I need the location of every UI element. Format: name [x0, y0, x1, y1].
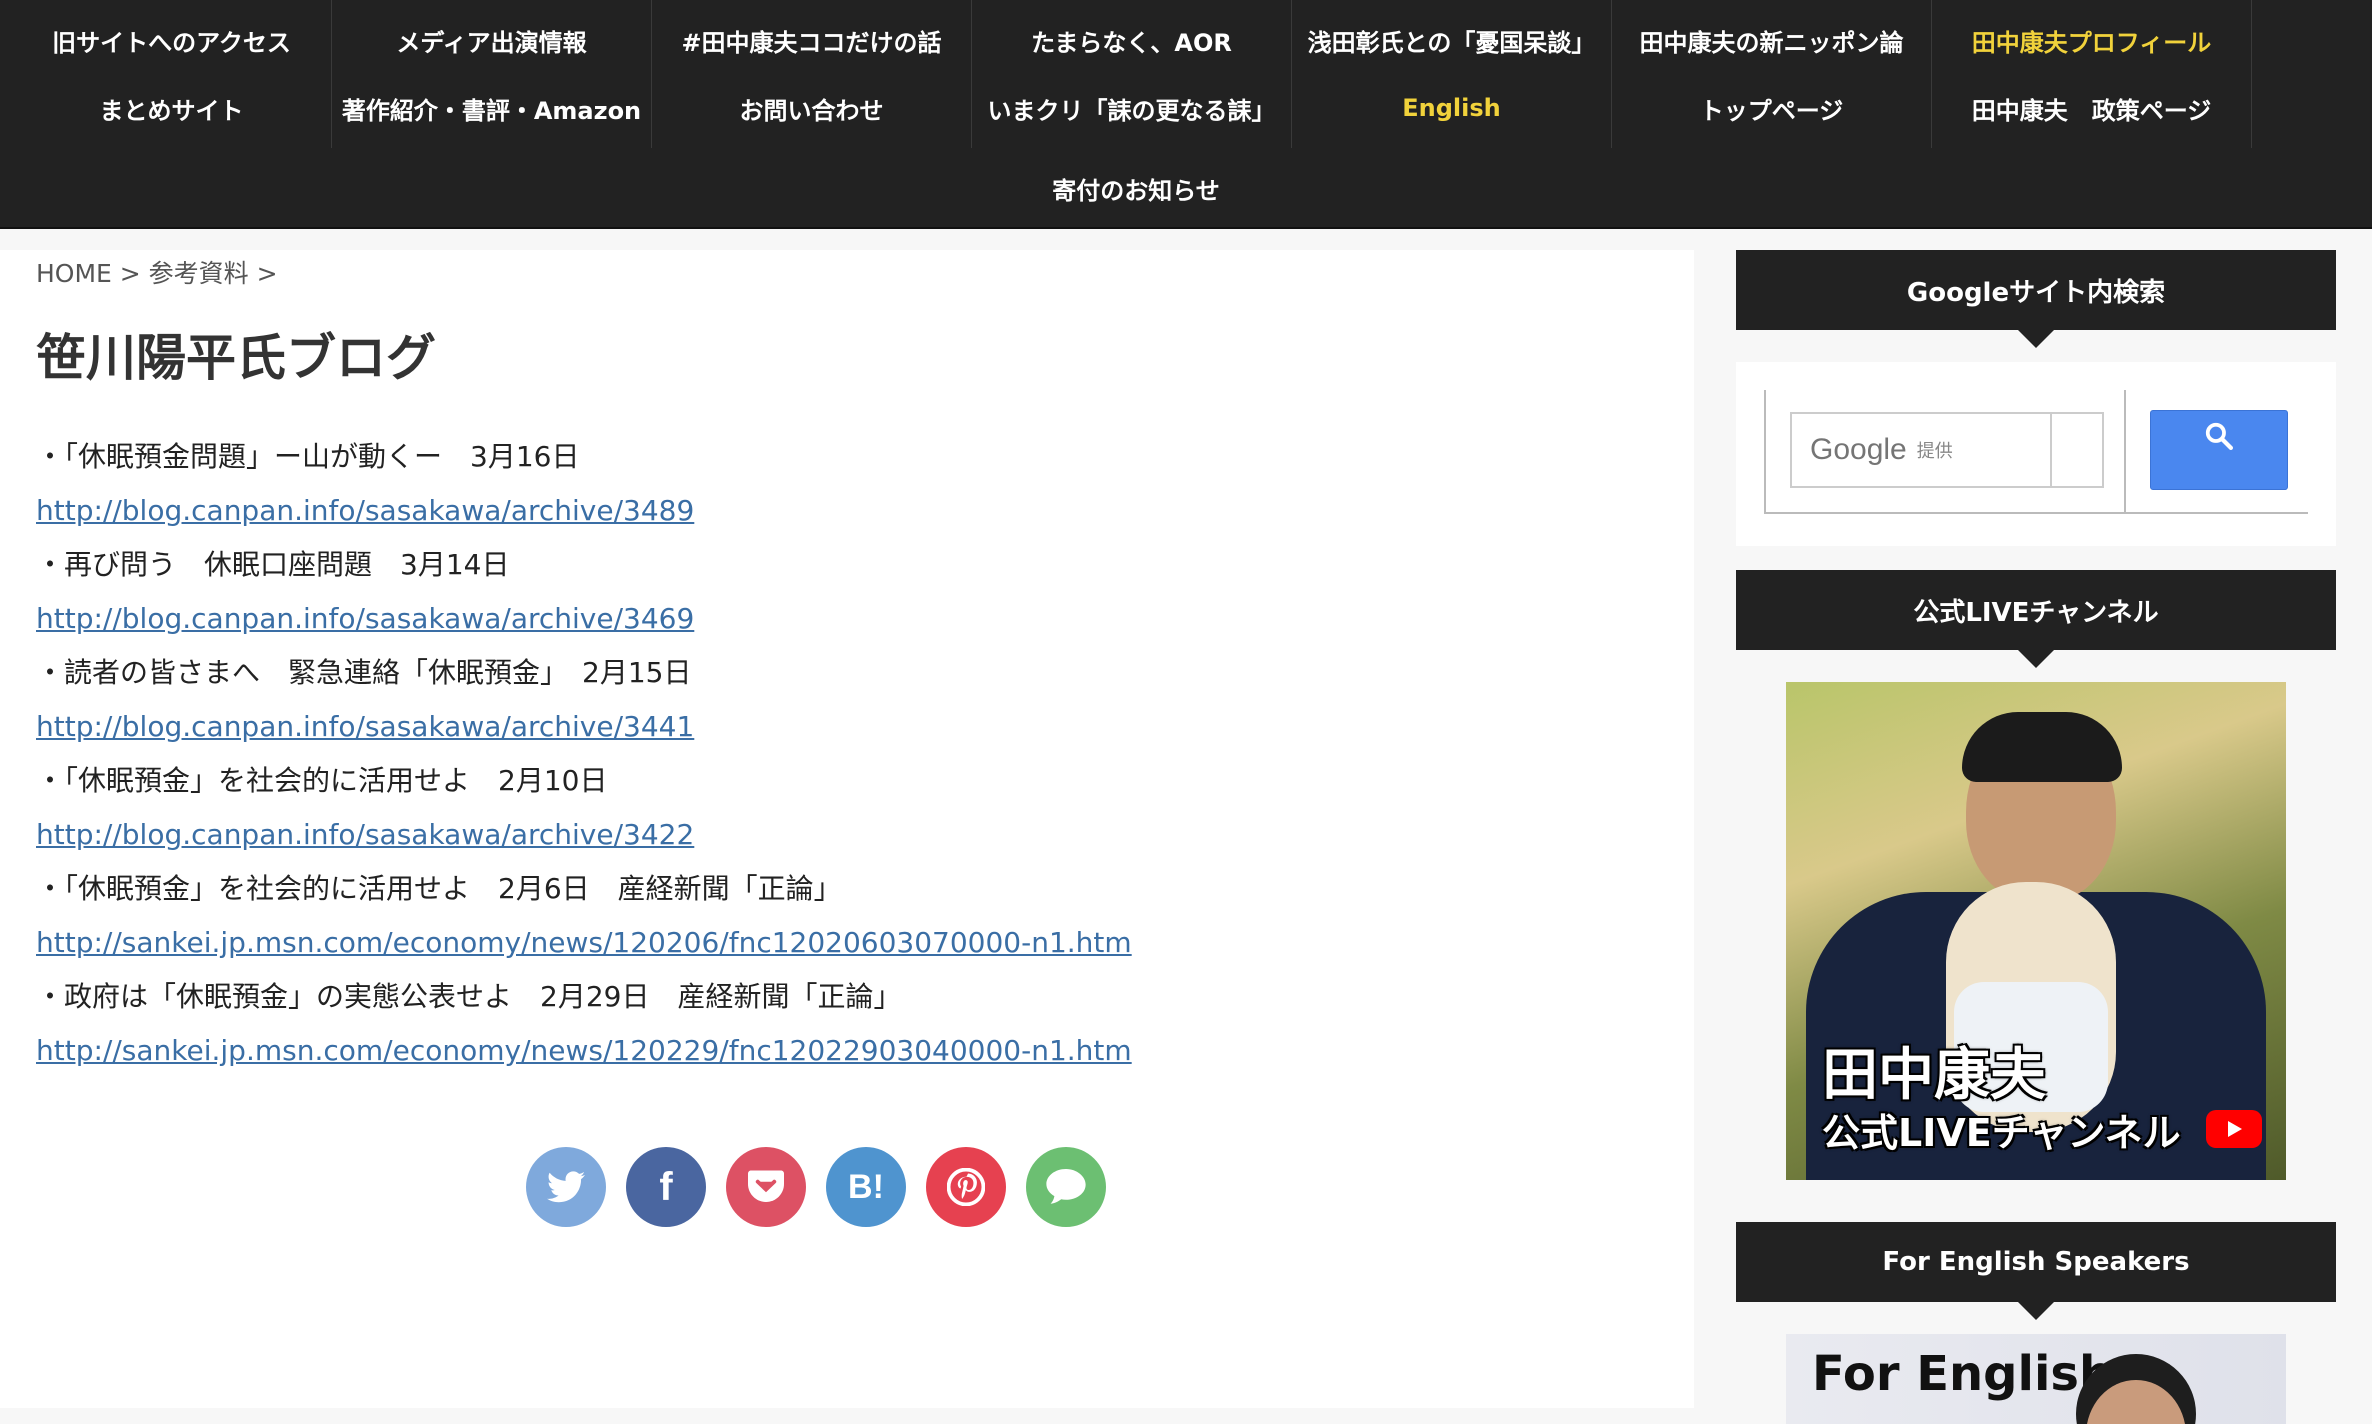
entry-link[interactable]: http://blog.canpan.info/sasakawa/archive…	[36, 710, 694, 743]
google-site-search: Google 提供	[1736, 362, 2336, 546]
search-input[interactable]: Google 提供	[1790, 412, 2104, 488]
nav-item-matome[interactable]: まとめサイト	[12, 68, 332, 148]
nav-item-english[interactable]: English	[1292, 68, 1612, 148]
banner-person-hair	[1962, 712, 2122, 782]
hatena-share-button[interactable]: B!	[826, 1147, 906, 1227]
twitter-icon	[547, 1171, 585, 1203]
share-buttons: f B!	[526, 1147, 1106, 1227]
breadcrumb[interactable]: HOME > 参考資料 >	[36, 254, 278, 290]
nav-item-policy[interactable]: 田中康夫 政策ページ	[1932, 68, 2252, 148]
entry-text: ・政府は「休眠預金」の実態公表せよ 2月29日 産経新聞「正論」	[36, 980, 902, 1013]
pocket-share-button[interactable]	[726, 1147, 806, 1227]
nav-item-imakuri[interactable]: いまクリ「誄の更なる誄」	[972, 68, 1292, 148]
sidebar-english-heading: For English Speakers	[1736, 1222, 2336, 1320]
search-divider	[2124, 390, 2126, 514]
pocket-icon	[748, 1170, 784, 1202]
banner-caption-name: 田中康夫	[1822, 1043, 2046, 1108]
page-title: 笹川陽平氏ブログ	[36, 329, 436, 387]
youtube-icon	[2206, 1110, 2262, 1148]
live-channel-banner[interactable]: 田中康夫 公式LIVEチャンネル	[1786, 682, 2286, 1180]
facebook-icon: f	[659, 1164, 673, 1209]
entry-text: ・「休眠預金」を社会的に活用せよ 2月6日 産経新聞「正論」	[36, 872, 842, 905]
sidebar-live-heading: 公式LIVEチャンネル	[1736, 570, 2336, 668]
speech-bubble-icon	[1046, 1169, 1086, 1204]
nav-item-contact[interactable]: お問い合わせ	[652, 68, 972, 148]
hatena-bookmark-icon: B!	[848, 1167, 884, 1206]
entry-link[interactable]: http://sankei.jp.msn.com/economy/news/12…	[36, 1034, 1132, 1067]
search-icon	[2205, 422, 2233, 450]
line-share-button[interactable]	[1026, 1147, 1106, 1227]
powered-by-text: 提供	[1916, 441, 1953, 462]
entry-text: ・「休眠預金」を社会的に活用せよ 2月10日	[36, 764, 608, 797]
entry-text: ・「休眠預金問題」ー山が動くー 3月16日	[36, 440, 580, 473]
english-banner-text: For English	[1812, 1346, 2114, 1402]
pinterest-share-button[interactable]	[926, 1147, 1006, 1227]
entry-link[interactable]: http://blog.canpan.info/sasakawa/archive…	[36, 818, 694, 851]
entry-link[interactable]: http://blog.canpan.info/sasakawa/archive…	[36, 602, 694, 635]
google-brand-text: Google	[1810, 433, 1907, 466]
nav-item-top[interactable]: トップページ	[1612, 68, 1932, 148]
nav-row-3: 寄付のお知らせ	[0, 148, 2372, 228]
search-button[interactable]	[2150, 410, 2288, 490]
banner-caption-channel: 公式LIVEチャンネル	[1822, 1111, 2181, 1155]
pinterest-icon	[947, 1168, 985, 1206]
facebook-share-button[interactable]: f	[626, 1147, 706, 1227]
entry-list: ・「休眠預金問題」ー山が動くー 3月16日 http://blog.canpan…	[36, 430, 1436, 1078]
entry-link[interactable]: http://blog.canpan.info/sasakawa/archive…	[36, 494, 694, 527]
entry-text: ・読者の皆さまへ 緊急連絡「休眠預金」 2月15日	[36, 656, 692, 689]
nav-item-donation[interactable]: 寄付のお知らせ	[976, 148, 1296, 228]
nav-item-books[interactable]: 著作紹介・書評・Amazon	[332, 68, 652, 148]
sidebar-search-heading: Googleサイト内検索	[1736, 250, 2336, 348]
input-divider	[2050, 412, 2052, 488]
top-navigation: 旧サイトへのアクセス メディア出演情報 #田中康夫ココだけの話 たまらなく、AO…	[0, 0, 2372, 229]
twitter-share-button[interactable]	[526, 1147, 606, 1227]
search-frame: Google 提供	[1764, 390, 2308, 514]
english-speakers-banner[interactable]: For English	[1786, 1334, 2286, 1424]
entry-link[interactable]: http://sankei.jp.msn.com/economy/news/12…	[36, 926, 1132, 959]
entry-text: ・再び問う 休眠口座問題 3月14日	[36, 548, 510, 581]
